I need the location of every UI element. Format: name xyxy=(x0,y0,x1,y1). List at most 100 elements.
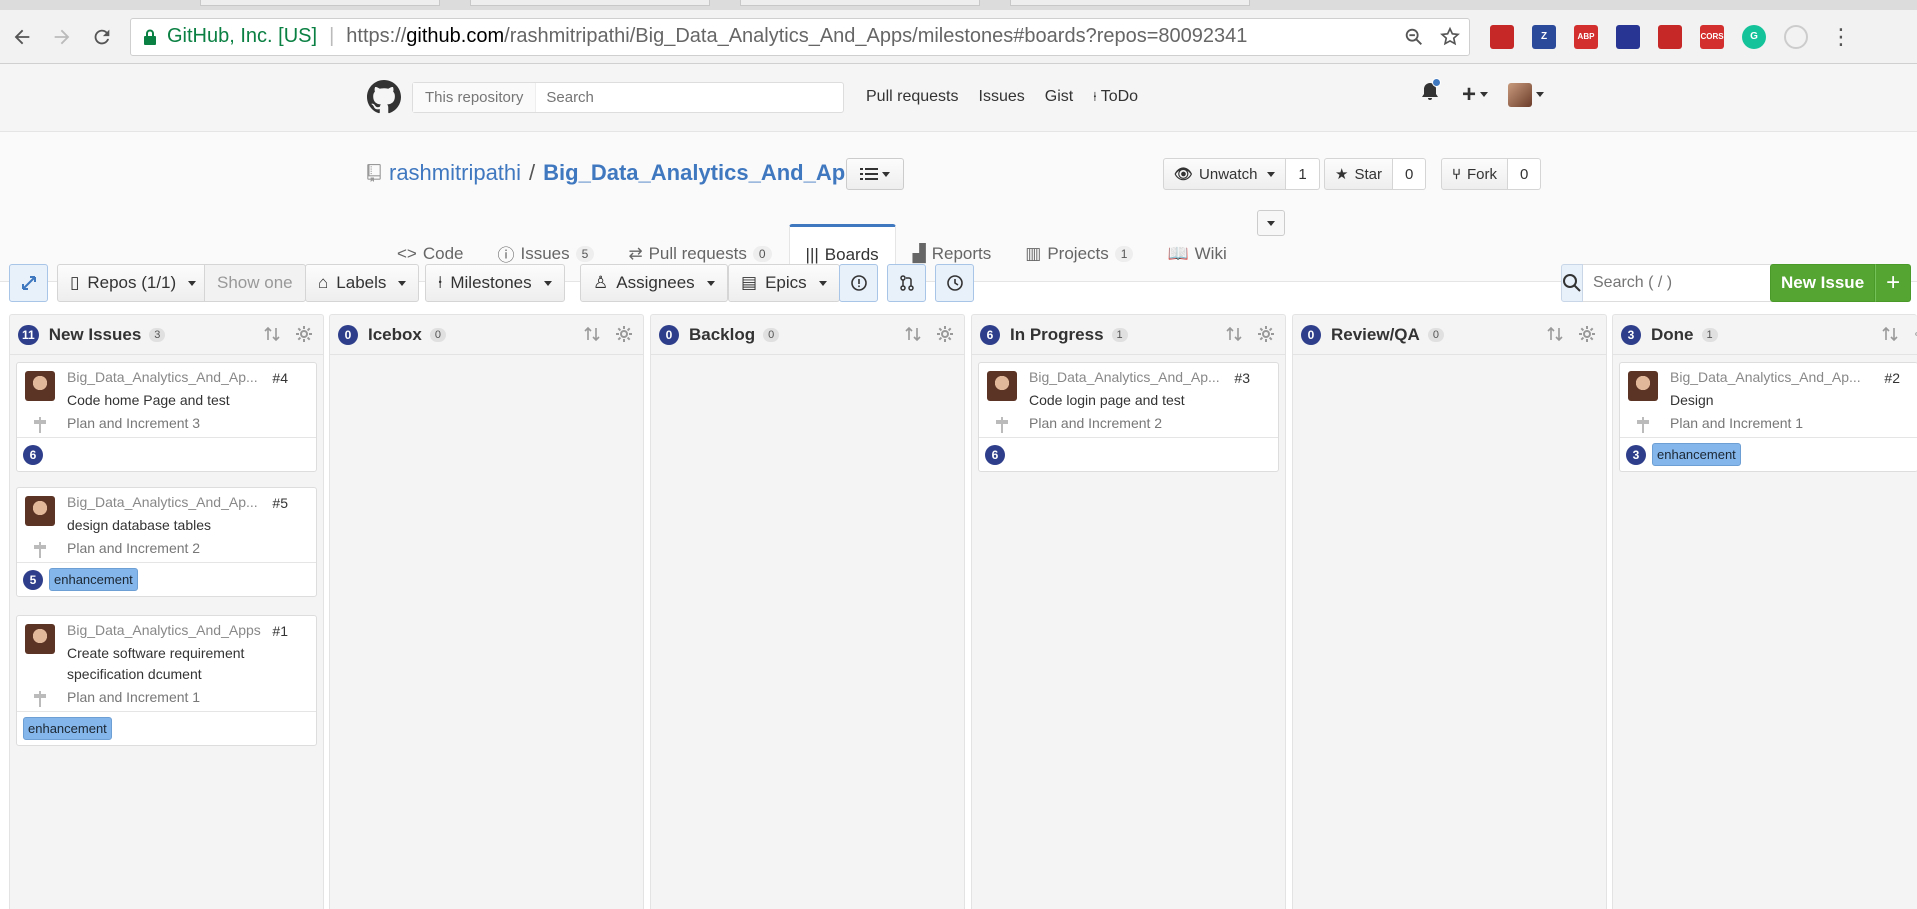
gear-icon[interactable] xyxy=(615,325,633,343)
pipeline-backlog: 0 Backlog 0 xyxy=(650,314,965,909)
estimate-badge[interactable]: 5 xyxy=(23,569,43,590)
issue-card-3[interactable]: Big_Data_Analytics_And_Ap... #3 Code log… xyxy=(978,362,1279,472)
sort-icon[interactable] xyxy=(1225,325,1243,343)
card-number[interactable]: #1 xyxy=(272,623,288,639)
zotero-ext-icon[interactable]: Z xyxy=(1532,24,1556,49)
browser-tab[interactable] xyxy=(740,0,980,6)
sort-icon[interactable] xyxy=(1546,325,1564,343)
watch-group: 👁 Unwatch 1 xyxy=(1163,158,1320,190)
pipeline-issue-count: 1 xyxy=(1701,327,1718,342)
label-enhancement[interactable]: enhancement xyxy=(23,717,112,740)
hidden-ext-icon[interactable] xyxy=(1784,24,1808,49)
labels-filter-button[interactable]: ⌂ Labels xyxy=(305,264,420,302)
card-number[interactable]: #3 xyxy=(1234,370,1250,386)
nav-gist[interactable]: Gist xyxy=(1045,88,1073,106)
star-button[interactable]: ★ Star xyxy=(1324,158,1393,190)
gear-icon[interactable] xyxy=(1913,325,1917,343)
card-title[interactable]: Code login page and test xyxy=(1029,390,1270,411)
issue-card-1[interactable]: Big_Data_Analytics_And_Apps #1 Create so… xyxy=(16,615,317,746)
forward-button[interactable] xyxy=(44,19,80,55)
show-one-button[interactable]: Show one xyxy=(204,264,306,302)
estimate-badge[interactable]: 3 xyxy=(1626,444,1646,465)
search-input[interactable] xyxy=(536,89,787,106)
card-repo: Big_Data_Analytics_And_Ap... xyxy=(1670,369,1861,385)
book-ext-icon[interactable] xyxy=(1658,24,1682,49)
label-enhancement[interactable]: enhancement xyxy=(1652,443,1741,466)
label-enhancement[interactable]: enhancement xyxy=(49,568,138,591)
gear-icon[interactable] xyxy=(936,325,954,343)
pipeline-points: 6 xyxy=(980,324,1000,345)
shield-ext-icon[interactable] xyxy=(1490,24,1514,49)
chevron-down-icon xyxy=(706,280,715,286)
more-tabs-button[interactable] xyxy=(1257,210,1285,236)
watch-count[interactable]: 1 xyxy=(1286,158,1320,190)
milestones-filter-button[interactable]: ⍿ Milestones xyxy=(425,264,565,302)
card-title[interactable]: Design xyxy=(1670,390,1910,411)
pull-requests-toggle-button[interactable] xyxy=(887,264,926,302)
adblock-ext-icon[interactable]: ABP xyxy=(1574,24,1598,49)
flag-ext-icon[interactable] xyxy=(1616,24,1640,49)
fork-button[interactable]: ⑂ Fork xyxy=(1441,158,1509,190)
browser-menu-icon[interactable]: ⋮ xyxy=(1830,24,1852,50)
sort-icon[interactable] xyxy=(1881,325,1899,343)
fork-count[interactable]: 0 xyxy=(1508,158,1542,190)
repo-list-menu-button[interactable] xyxy=(846,158,904,190)
estimate-badge[interactable]: 6 xyxy=(985,444,1005,465)
card-number[interactable]: #2 xyxy=(1884,370,1900,386)
star-count[interactable]: 0 xyxy=(1392,158,1427,190)
new-issue-button[interactable]: New Issue xyxy=(1770,264,1876,302)
epics-filter-button[interactable]: ▤ Epics xyxy=(728,264,840,302)
bookmark-star-icon[interactable] xyxy=(1439,26,1461,48)
zoom-icon[interactable] xyxy=(1403,26,1425,48)
closed-issues-toggle-button[interactable] xyxy=(935,264,974,302)
show-one-label: Show one xyxy=(217,273,293,292)
issue-card-2[interactable]: Big_Data_Analytics_And_Ap... #2 Design P… xyxy=(1619,362,1917,472)
grammarly-ext-icon[interactable]: G xyxy=(1742,24,1766,49)
back-button[interactable] xyxy=(4,19,40,55)
issues-toggle-button[interactable] xyxy=(839,264,878,302)
gear-icon[interactable] xyxy=(1257,325,1275,343)
sort-icon[interactable] xyxy=(263,325,281,343)
chevron-down-icon xyxy=(1267,220,1275,226)
assignees-filter-button[interactable]: ♙ Assignees xyxy=(580,264,728,302)
card-number[interactable]: #5 xyxy=(272,495,288,511)
cors-ext-icon[interactable]: CORS xyxy=(1700,24,1724,49)
board-search-input[interactable] xyxy=(1583,264,1801,302)
nav-pull-requests[interactable]: Pull requests xyxy=(866,88,959,106)
card-number[interactable]: #4 xyxy=(272,370,288,386)
repos-filter-button[interactable]: ▯ Repos (1/1) xyxy=(57,264,210,302)
create-new-button[interactable]: + xyxy=(1462,81,1489,109)
pipeline-header: 0 Backlog 0 xyxy=(651,315,964,355)
card-title[interactable]: design database tables xyxy=(67,515,308,536)
estimate-badge[interactable]: 6 xyxy=(23,444,43,465)
gear-icon[interactable] xyxy=(1578,325,1596,343)
github-logo-icon[interactable] xyxy=(367,80,401,114)
reload-button[interactable] xyxy=(84,19,120,55)
address-bar[interactable]: GitHub, Inc. [US] | https://github.com/r… xyxy=(130,17,1470,56)
search-icon[interactable] xyxy=(1561,264,1583,302)
milestone-icon xyxy=(1637,417,1649,433)
issue-card-5[interactable]: Big_Data_Analytics_And_Ap... #5 design d… xyxy=(16,487,317,597)
browser-tab[interactable] xyxy=(470,0,710,6)
nav-issues[interactable]: Issues xyxy=(979,88,1025,106)
repo-owner-link[interactable]: rashmitripathi xyxy=(389,160,521,186)
unwatch-label: Unwatch xyxy=(1199,165,1258,183)
gear-icon[interactable] xyxy=(295,325,313,343)
forward-arrow-icon xyxy=(54,29,70,44)
sort-icon[interactable] xyxy=(583,325,601,343)
user-menu-button[interactable] xyxy=(1508,82,1545,107)
nav-todo[interactable]: ⍿ ToDo xyxy=(1093,88,1138,106)
browser-tab[interactable] xyxy=(200,0,440,6)
unwatch-button[interactable]: 👁 Unwatch xyxy=(1163,158,1287,190)
card-title[interactable]: Create software requirement specificatio… xyxy=(67,643,308,685)
browser-tab[interactable] xyxy=(1010,0,1250,6)
notifications-button[interactable] xyxy=(1418,78,1442,109)
new-issue-plus-button[interactable]: + xyxy=(1875,264,1912,302)
sort-icon[interactable] xyxy=(904,325,922,343)
card-title[interactable]: Code home Page and test xyxy=(67,390,308,411)
issue-card-4[interactable]: Big_Data_Analytics_And_Ap... #4 Code hom… xyxy=(16,362,317,472)
fullscreen-button[interactable] xyxy=(9,264,48,302)
new-issue-group: New Issue + xyxy=(1770,264,1912,302)
repo-name-link[interactable]: Big_Data_Analytics_And_Apps xyxy=(543,160,871,186)
pipeline-header: 0 Review/QA 0 xyxy=(1293,315,1606,355)
